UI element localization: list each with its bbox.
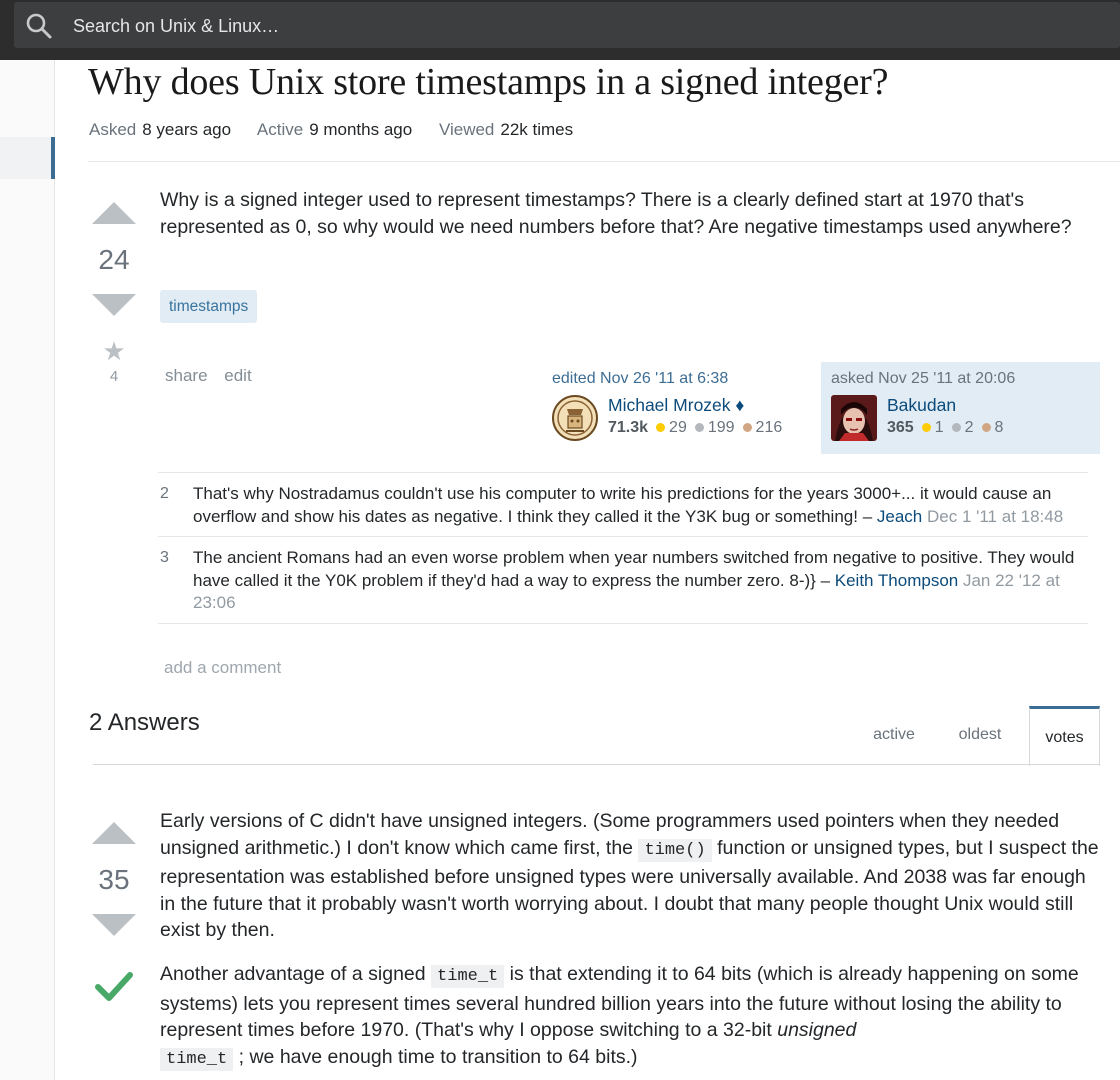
upvote-button[interactable] xyxy=(92,822,136,844)
vote-count: 35 xyxy=(98,864,130,895)
share-link[interactable]: share xyxy=(165,366,208,385)
comment-text: That's why Nostradamus couldn't use his … xyxy=(193,484,1052,526)
tab-oldest[interactable]: oldest xyxy=(941,706,1019,766)
meta-active-label: Active xyxy=(256,120,304,139)
tabs-divider xyxy=(93,764,1100,765)
meta-asked-value: 8 years ago xyxy=(142,120,232,139)
answer-vote-cell: 35 xyxy=(84,822,144,1011)
silver-badge-icon xyxy=(694,422,704,432)
meta-active-value[interactable]: 9 months ago xyxy=(309,120,412,139)
search-input[interactable]: Search on Unix & Linux… xyxy=(14,2,1120,48)
favorite-star-icon[interactable]: ★ xyxy=(84,338,144,364)
silver-badge-icon xyxy=(951,422,961,432)
inline-code: time_t xyxy=(160,1047,234,1071)
edited-timestamp[interactable]: edited Nov 26 '11 at 6:38 xyxy=(552,370,812,388)
editor-name[interactable]: Michael Mrozek ♦ xyxy=(608,395,744,416)
add-comment-link[interactable]: add a comment xyxy=(164,658,281,678)
owner-gold-count: 1 xyxy=(934,419,944,436)
owner-user-card: Bakudan 365 1 2 8 xyxy=(831,395,1090,443)
title-divider xyxy=(88,161,1120,162)
owner-reputation: 365 1 2 8 xyxy=(887,419,1009,437)
left-sidebar xyxy=(0,60,55,1080)
comment-date[interactable]: Dec 1 '11 at 18:48 xyxy=(927,507,1063,526)
vote-count: 24 xyxy=(98,244,130,275)
comment-score: 2 xyxy=(160,485,169,502)
owner-bronze-count: 8 xyxy=(994,419,1004,436)
bronze-badge-icon xyxy=(742,422,752,432)
tab-votes[interactable]: votes xyxy=(1029,706,1100,766)
favorite-count: 4 xyxy=(109,368,119,385)
comment-score: 3 xyxy=(160,549,169,566)
search-placeholder: Search on Unix & Linux… xyxy=(73,16,280,36)
inline-code: time_t xyxy=(431,965,505,988)
sidebar-active-marker xyxy=(51,137,55,179)
answer-paragraph-2: Another advantage of a signed time_t is … xyxy=(160,961,1105,1073)
owner-name[interactable]: Bakudan xyxy=(887,395,956,416)
editor-user-card: Michael Mrozek ♦ 71.3k 29 199 216 xyxy=(552,395,812,443)
comment-user-link[interactable]: Jeach xyxy=(877,507,922,526)
editor-avatar[interactable] xyxy=(552,395,598,441)
answer-emphasis: unsigned xyxy=(777,1019,857,1041)
owner-signature: asked Nov 25 '11 at 20:06 Bakudan 365 1 2 8 xyxy=(821,362,1100,454)
editor-rep-score: 71.3k xyxy=(608,419,649,436)
question-meta: Asked 8 years ago Active 9 months ago View… xyxy=(89,120,595,140)
meta-asked-label: Asked xyxy=(89,120,137,139)
search-icon xyxy=(26,13,52,39)
answer-paragraph-1: Early versions of C didn't have unsigned… xyxy=(160,808,1105,944)
owner-silver-count: 2 xyxy=(964,419,974,436)
top-bar: Search on Unix & Linux… xyxy=(0,0,1120,60)
question-body: Why is a signed integer used to represen… xyxy=(160,189,1072,238)
gold-badge-icon xyxy=(921,422,931,432)
meta-viewed-value: 22k times xyxy=(500,120,574,139)
upvote-button[interactable] xyxy=(92,202,136,224)
comment-item: 2 That's why Nostradamus couldn't use hi… xyxy=(158,473,1088,537)
editor-reputation: 71.3k 29 199 216 xyxy=(608,419,788,437)
downvote-button[interactable] xyxy=(92,294,136,316)
downvote-button[interactable] xyxy=(92,914,136,936)
comments-list: 2 That's why Nostradamus couldn't use hi… xyxy=(158,472,1088,624)
asked-timestamp[interactable]: asked Nov 25 '11 at 20:06 xyxy=(831,370,1090,388)
inline-code: time() xyxy=(638,838,712,862)
comment-separator: – xyxy=(815,570,835,590)
meta-viewed-label: Viewed xyxy=(438,120,495,139)
owner-avatar[interactable] xyxy=(831,395,877,441)
gold-badge-icon xyxy=(656,422,666,432)
owner-rep-score: 365 xyxy=(887,419,914,436)
answer-text: Another advantage of a signed xyxy=(160,963,432,985)
editor-gold-count: 29 xyxy=(669,419,687,436)
comment-item: 3 The ancient Romans had an even worse p… xyxy=(158,537,1088,624)
comment-user-link[interactable]: Keith Thompson xyxy=(835,571,958,590)
question-vote-cell: 24 ★ 4 xyxy=(84,202,144,385)
comment-separator: – xyxy=(857,506,877,526)
answer-text: ; we have enough time to transition to 6… xyxy=(233,1045,638,1068)
bronze-badge-icon xyxy=(981,422,991,432)
post-menu: share edit xyxy=(165,366,264,386)
editor-signature: edited Nov 26 '11 at 6:38 Michael Mrozek… xyxy=(552,370,812,443)
editor-silver-count: 199 xyxy=(707,419,735,436)
sidebar-active-item[interactable] xyxy=(0,137,52,179)
tab-active[interactable]: active xyxy=(853,706,935,766)
accepted-checkmark-icon xyxy=(95,972,133,1001)
tag-timestamps[interactable]: timestamps xyxy=(160,290,258,323)
question-title[interactable]: Why does Unix store timestamps in a sign… xyxy=(88,60,888,104)
edit-link[interactable]: edit xyxy=(224,366,251,385)
answers-heading: 2 Answers xyxy=(89,709,200,736)
editor-bronze-count: 216 xyxy=(755,419,783,436)
